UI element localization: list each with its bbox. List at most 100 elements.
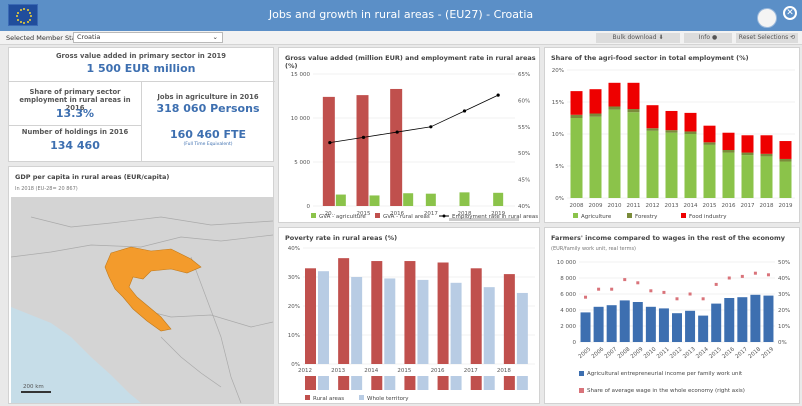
bar-gva-agriculture bbox=[459, 192, 470, 206]
bar-entrepreneurial-income bbox=[619, 300, 630, 342]
overview-bar-whole-territory bbox=[351, 376, 363, 390]
y-tick-label: 40% bbox=[288, 246, 300, 252]
overview-bar-rural-areas bbox=[404, 376, 416, 390]
y-tick-label: 4 000 bbox=[560, 308, 576, 314]
overview-bar-whole-territory bbox=[483, 376, 495, 390]
bar-segment-food-industry bbox=[646, 105, 659, 129]
bar-gva-agriculture bbox=[403, 193, 414, 206]
bar-rural-areas bbox=[305, 268, 316, 364]
app-header: Jobs and growth in rural areas - (EU27) … bbox=[0, 0, 802, 31]
overview-bar-rural-areas bbox=[305, 376, 316, 390]
y-tick-label: 30% bbox=[288, 275, 300, 281]
map-canvas[interactable]: 200 km bbox=[11, 197, 273, 403]
bar-segment-agriculture bbox=[608, 109, 621, 198]
y-tick-label: 6 000 bbox=[560, 292, 576, 298]
point-wage-share bbox=[740, 274, 744, 278]
bar-segment-agriculture bbox=[741, 155, 754, 198]
kpi-panel: Gross value added in primary sector in 2… bbox=[8, 47, 275, 162]
legend-swatch bbox=[681, 213, 686, 218]
x-tick-label: 2010 bbox=[643, 346, 658, 360]
x-tick-label: 2006 bbox=[591, 346, 606, 360]
employment-rate-point bbox=[395, 130, 399, 134]
y2-tick-label: 50% bbox=[778, 260, 790, 266]
share-kpi-value: 13.3% bbox=[55, 107, 95, 120]
overview-bar-rural-areas bbox=[437, 376, 449, 390]
bar-segment-agriculture bbox=[703, 144, 716, 198]
bar-rural-areas bbox=[503, 274, 515, 364]
bar-segment-forestry bbox=[627, 109, 640, 113]
kpi-divider bbox=[9, 81, 275, 82]
bulk-download-button[interactable]: Bulk download ⬇ bbox=[596, 33, 680, 43]
bar-segment-food-industry bbox=[760, 135, 773, 154]
bar-entrepreneurial-income bbox=[632, 302, 643, 342]
x-tick-label: 2013 bbox=[682, 346, 697, 360]
kpi-divider-left bbox=[9, 125, 141, 126]
legend-label: GVA - rural areas bbox=[383, 214, 430, 220]
y-tick-label: 20% bbox=[288, 304, 300, 310]
y-tick-label: 10 000 bbox=[557, 260, 577, 266]
y2-tick-label: 40% bbox=[778, 276, 790, 282]
gva-kpi-title: Gross value added in primary sector in 2… bbox=[55, 52, 227, 60]
gva-kpi-value: 1 500 EUR million bbox=[86, 62, 196, 75]
bar-segment-forestry bbox=[779, 158, 792, 162]
agrifood-chart-panel: Share of the agri-food sector in total e… bbox=[544, 47, 800, 223]
bar-entrepreneurial-income bbox=[606, 305, 617, 342]
bar-segment-food-industry bbox=[684, 112, 697, 132]
bar-segment-food-industry bbox=[570, 91, 583, 115]
point-wage-share bbox=[649, 289, 653, 293]
y-tick-label: 10 000 bbox=[291, 116, 311, 122]
bar-whole-territory bbox=[450, 282, 462, 364]
legend-label: Rural areas bbox=[313, 396, 344, 402]
agrifood-chart: 0% 5% 10% 15% 20% 2008 2009 2010 2011 2012 2013 201… bbox=[552, 68, 795, 220]
x-tick-label: 2014 bbox=[364, 368, 378, 374]
app-title: Jobs and growth in rural areas - (EU27) … bbox=[268, 8, 534, 21]
info-icon: ● bbox=[712, 34, 718, 41]
bar-gva-agriculture bbox=[425, 193, 436, 206]
employment-rate-point bbox=[361, 135, 366, 139]
jobs-kpi-title: Jobs in agriculture in 2016 bbox=[157, 93, 259, 101]
income-chart-panel: Farmers' income compared to wages in the… bbox=[544, 227, 800, 404]
bar-whole-territory bbox=[417, 279, 429, 364]
y2-tick-label: 0% bbox=[778, 340, 787, 346]
x-tick-label: 2017 bbox=[464, 368, 478, 374]
x-tick-label: 2011 bbox=[656, 346, 671, 360]
legend-swatch bbox=[579, 371, 584, 376]
bar-whole-territory bbox=[516, 292, 528, 364]
overview-bar-rural-areas bbox=[371, 376, 383, 390]
bar-rural-areas bbox=[371, 261, 383, 364]
x-tick-label: 2012 bbox=[669, 346, 684, 360]
point-wage-share bbox=[688, 292, 692, 296]
bulk-download-label: Bulk download bbox=[612, 34, 657, 41]
overview-bar-whole-territory bbox=[384, 376, 396, 390]
kpi-divider-vertical bbox=[141, 81, 142, 162]
bar-segment-forestry bbox=[570, 114, 583, 118]
point-wage-share bbox=[714, 282, 718, 286]
map-subtitle: In 2018 (EU-28= 20 867) bbox=[15, 186, 78, 192]
x-tick-label: 2007 bbox=[604, 346, 619, 360]
legend-swatch bbox=[305, 395, 310, 400]
bar-gva-agriculture bbox=[369, 195, 380, 206]
overview-bar-whole-territory bbox=[417, 376, 429, 390]
bar-segment-forestry bbox=[722, 150, 735, 153]
bar-segment-agriculture bbox=[570, 118, 583, 198]
close-icon[interactable]: ✕ bbox=[783, 6, 797, 20]
holdings-kpi-title: Number of holdings in 2016 bbox=[21, 128, 129, 136]
reset-selections-button[interactable]: Reset Selections ⟲ bbox=[736, 33, 798, 43]
y-tick-label: 5 000 bbox=[294, 160, 310, 166]
y2-tick-label: 20% bbox=[778, 308, 790, 314]
legend-swatch bbox=[311, 213, 316, 218]
bar-segment-forestry bbox=[608, 106, 621, 110]
map-panel: GDP per capita in rural areas (EUR/capit… bbox=[8, 166, 274, 404]
x-tick-label: 2018 bbox=[760, 203, 774, 209]
y2-tick-label: 65% bbox=[518, 72, 530, 78]
flag-star bbox=[23, 22, 25, 24]
info-button[interactable]: Info ● bbox=[684, 33, 732, 43]
employment-rate-line bbox=[329, 94, 499, 144]
bar-entrepreneurial-income bbox=[580, 312, 591, 342]
member-state-select[interactable]: Croatia ⌄ bbox=[73, 32, 223, 43]
point-wage-share bbox=[675, 297, 679, 301]
y-tick-label: 20% bbox=[552, 68, 564, 74]
overview-bar-whole-territory bbox=[318, 376, 329, 390]
map-scale-label: 200 km bbox=[23, 384, 44, 390]
bar-segment-forestry bbox=[703, 142, 716, 145]
